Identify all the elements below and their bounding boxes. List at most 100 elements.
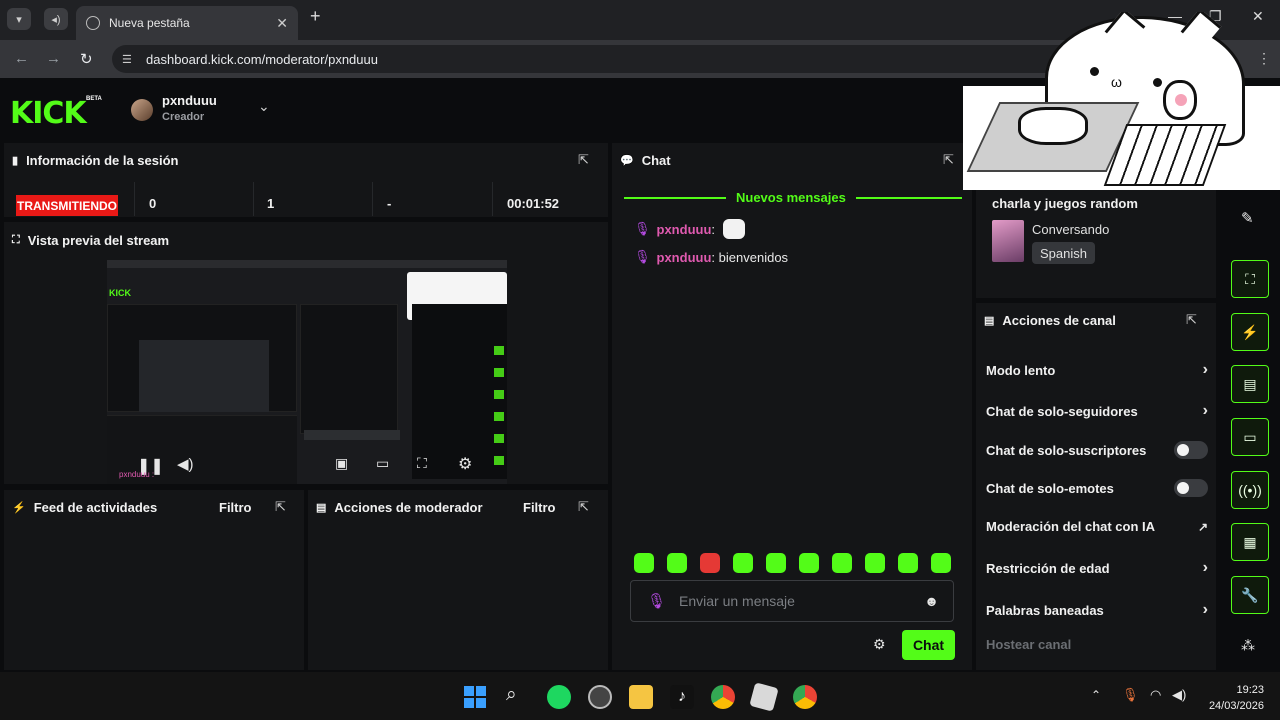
- emote-icon[interactable]: [733, 553, 753, 573]
- emote-icon[interactable]: [865, 553, 885, 573]
- chat-title: 💬 Chat: [620, 153, 671, 168]
- ai-moderation-action[interactable]: Moderación del chat con IA ↗: [986, 519, 1208, 534]
- cat-emote-icon: [723, 219, 746, 239]
- send-chat-button[interactable]: Chat: [902, 630, 955, 660]
- preview-icon: ⛶: [12, 234, 20, 246]
- actions-icon: ▤: [984, 315, 995, 327]
- clock-date[interactable]: 24/03/2026: [1204, 700, 1264, 712]
- host-channel-action[interactable]: Hostear canal: [986, 637, 1208, 652]
- emote-icon[interactable]: [898, 553, 918, 573]
- chat-text: bienvenidos: [718, 249, 789, 265]
- settings-gear-icon[interactable]: ⚙: [458, 454, 472, 474]
- followers-only-action[interactable]: Chat de solo-seguidores ›: [986, 402, 1208, 420]
- chat-input-placeholder: Enviar un mensaje: [679, 593, 795, 609]
- wrench-icon: 🔧: [1241, 586, 1259, 603]
- broadcast-icon: ((•)): [1238, 482, 1262, 498]
- search-icon[interactable]: ⌕: [506, 684, 517, 706]
- live-status-badge: TRANSMITIENDO: [16, 195, 118, 216]
- chat-bubble-icon: 💬: [620, 155, 634, 167]
- broadcast-tool-button[interactable]: ((•)): [1231, 471, 1269, 509]
- chat-tool-button[interactable]: ▭: [1231, 418, 1269, 456]
- volume-tray-icon[interactable]: ◀): [1172, 687, 1186, 703]
- emote-icon[interactable]: [766, 553, 786, 573]
- modactions-tool-button[interactable]: ▤: [1231, 365, 1269, 403]
- site-settings-icon[interactable]: ☰: [122, 53, 132, 66]
- chat-username[interactable]: pxnduuu: [657, 222, 712, 237]
- start-windows-icon[interactable]: [464, 686, 486, 708]
- banned-words-action[interactable]: Palabras baneadas ›: [986, 601, 1208, 619]
- back-icon[interactable]: ←: [14, 50, 29, 67]
- emote-icon[interactable]: [832, 553, 852, 573]
- tray-chevron-icon[interactable]: ⌃: [1091, 688, 1101, 702]
- kick-logo[interactable]: KICK: [10, 96, 87, 131]
- browser-tab[interactable]: Nueva pestaña ✕: [76, 6, 298, 40]
- stream-preview-tool-button[interactable]: ⛶: [1231, 260, 1269, 298]
- emote-icon[interactable]: [634, 553, 654, 573]
- channel-actions-title-label: Acciones de canal: [1002, 313, 1116, 328]
- subscribers-only-toggle[interactable]: [1174, 441, 1208, 459]
- emote-icon[interactable]: [700, 553, 720, 573]
- channel-username: pxnduuu: [162, 93, 217, 108]
- activity-popout-icon[interactable]: ⇱: [275, 499, 286, 515]
- slow-mode-action[interactable]: Modo lento ›: [986, 361, 1208, 379]
- emotes-only-toggle[interactable]: [1174, 479, 1208, 497]
- tray-mic-icon[interactable]: 🎙: [1122, 687, 1139, 703]
- tab-search-icon[interactable]: ▾: [7, 8, 31, 30]
- chat-settings-gear-icon[interactable]: ⚙: [873, 636, 886, 653]
- speaker-icon[interactable]: ◂): [44, 8, 68, 30]
- modactions-title: ▤ Acciones de moderador: [316, 500, 483, 515]
- chat-input[interactable]: 🎙 Enviar un mensaje ☻: [630, 580, 954, 622]
- stream-category[interactable]: Conversando: [1032, 222, 1109, 237]
- modactions-popout-icon[interactable]: ⇱: [578, 499, 589, 515]
- more-tools-icon[interactable]: ⁂: [1241, 637, 1255, 654]
- activity-filter-button[interactable]: Filtro: [219, 500, 252, 515]
- globe-icon: [86, 16, 100, 30]
- session-duration: 00:01:52: [507, 196, 560, 211]
- volume-icon[interactable]: ◀): [177, 455, 194, 473]
- emote-icon[interactable]: [931, 553, 951, 573]
- age-restriction-action[interactable]: Restricción de edad ›: [986, 559, 1208, 577]
- theater-icon[interactable]: ▭: [376, 455, 389, 472]
- tiktok-icon[interactable]: ♪: [670, 685, 694, 709]
- channel-actions-popout-icon[interactable]: ⇱: [1186, 312, 1197, 328]
- stream-preview-video[interactable]: KICK: [107, 260, 507, 484]
- activity-title: ⚡ Feed de actividades: [12, 500, 157, 515]
- modactions-filter-button[interactable]: Filtro: [523, 500, 556, 515]
- obs-icon[interactable]: [588, 685, 612, 709]
- new-tab-button[interactable]: +: [310, 6, 321, 27]
- emoji-picker-icon[interactable]: ☻: [924, 593, 939, 609]
- action-label: Chat de solo-emotes: [986, 480, 1114, 496]
- session-title-label: Información de la sesión: [26, 153, 179, 168]
- channel-switch-chevron-icon[interactable]: ⌄: [258, 98, 270, 115]
- close-tab-icon[interactable]: ✕: [276, 15, 288, 32]
- chat-sep: :: [711, 249, 716, 265]
- reload-icon[interactable]: ↻: [80, 50, 93, 68]
- file-explorer-icon[interactable]: [629, 685, 653, 709]
- emote-icon[interactable]: [667, 553, 687, 573]
- chat-popout-icon[interactable]: ⇱: [943, 152, 954, 168]
- new-messages-label: Nuevos mensajes: [726, 190, 856, 205]
- emote-icon[interactable]: [799, 553, 819, 573]
- stat-divider: [253, 182, 254, 216]
- layout-tool-button[interactable]: ▦: [1231, 523, 1269, 561]
- stream-title: charla y juegos random: [992, 196, 1138, 211]
- chrome-profile-icon[interactable]: [793, 685, 817, 709]
- wrench-tool-button[interactable]: 🔧: [1231, 576, 1269, 614]
- edit-pencil-icon[interactable]: ✎: [1241, 209, 1254, 227]
- modactions-panel: [308, 490, 608, 670]
- fullscreen-icon[interactable]: ⛶: [417, 455, 427, 472]
- wifi-icon[interactable]: ◠: [1150, 687, 1161, 703]
- pip-icon[interactable]: ▣: [335, 455, 348, 472]
- chrome-icon[interactable]: [711, 685, 735, 709]
- chat-username[interactable]: pxnduuu: [657, 250, 712, 265]
- session-popout-icon[interactable]: ⇱: [578, 152, 589, 168]
- stat-divider: [372, 182, 373, 216]
- spotify-icon[interactable]: [547, 685, 571, 709]
- chevron-right-icon: ›: [1202, 601, 1208, 618]
- forward-icon[interactable]: →: [46, 50, 61, 67]
- mic-badge-icon: 🎙: [634, 249, 651, 264]
- chat-title-label: Chat: [641, 153, 671, 168]
- clock-time[interactable]: 19:23: [1234, 684, 1264, 696]
- activity-tool-button[interactable]: ⚡: [1231, 313, 1269, 351]
- viewers-count: 0: [149, 196, 157, 211]
